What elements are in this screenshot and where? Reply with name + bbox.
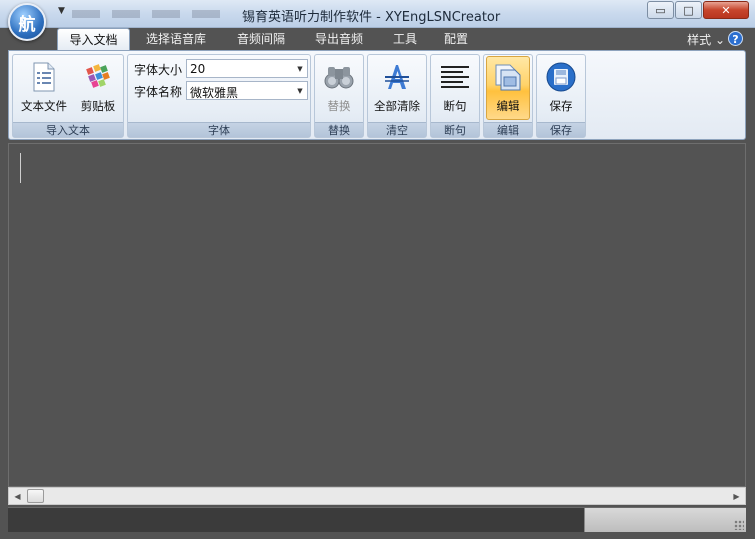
app-logo-icon: 航 — [18, 14, 36, 35]
edit-label: 编辑 — [496, 99, 520, 113]
quick-access-dropdown-icon[interactable]: ▼ — [58, 6, 65, 16]
clear-all-label: 全部清除 — [374, 99, 420, 113]
text-file-label: 文本文件 — [21, 99, 67, 113]
tab-export-audio[interactable]: 导出音频 — [304, 28, 374, 50]
style-menu[interactable]: 样式 ⌄ — [687, 31, 725, 48]
split-sentence-button[interactable]: 断句 — [432, 57, 478, 119]
text-caret — [20, 153, 21, 183]
group-clear: 全部清除 清空 — [367, 54, 427, 138]
save-disk-icon — [546, 62, 576, 92]
ribbon-tab-row: 导入文档 选择语音库 音频间隔 导出音频 工具 配置 样式 ⌄ ? — [0, 28, 755, 51]
quick-access-toolbar — [72, 10, 222, 18]
status-bar — [8, 507, 746, 532]
text-file-icon — [33, 62, 55, 92]
ribbon-panel: 文本文件 剪贴板 导入文本 字体大小 20 ▼ 字体名称 微软雅黑 ▼ 字体 替… — [8, 50, 746, 140]
binoculars-icon — [324, 67, 354, 89]
text-file-button[interactable]: 文本文件 — [16, 57, 72, 119]
group-edit: 编辑 编辑 — [483, 54, 533, 138]
edit-documents-icon — [495, 64, 521, 91]
font-size-combo[interactable]: 20 ▼ — [186, 59, 308, 78]
window-controls: ▭ □ ✕ — [646, 1, 749, 19]
maximize-button[interactable]: □ — [675, 1, 702, 19]
minimize-button[interactable]: ▭ — [647, 1, 674, 19]
close-icon: ✕ — [721, 3, 731, 17]
horizontal-scrollbar[interactable]: ◀ ▶ — [8, 487, 746, 505]
minimize-icon: ▭ — [655, 3, 666, 17]
group-font: 字体大小 20 ▼ 字体名称 微软雅黑 ▼ 字体 — [127, 54, 311, 138]
replace-label: 替换 — [327, 99, 351, 113]
text-editor[interactable] — [8, 143, 746, 487]
window-title: 锡育英语听力制作软件 - XYEngLSNCreator — [242, 10, 501, 25]
status-panel — [584, 508, 746, 532]
save-button[interactable]: 保存 — [538, 57, 584, 119]
clear-formatting-icon — [385, 65, 409, 89]
tab-select-voice-library[interactable]: 选择语音库 — [136, 28, 216, 50]
split-sentence-label: 断句 — [443, 99, 467, 113]
group-font-label: 字体 — [128, 122, 310, 137]
group-save: 保存 保存 — [536, 54, 586, 138]
tab-tools[interactable]: 工具 — [383, 28, 427, 50]
app-menu-button[interactable]: 航 — [8, 3, 46, 41]
scroll-left-icon[interactable]: ◀ — [9, 488, 26, 504]
resize-grip-icon[interactable] — [734, 520, 744, 530]
save-label: 保存 — [549, 99, 573, 113]
align-lines-icon — [441, 66, 469, 88]
clipboard-icon — [86, 64, 110, 88]
group-clear-label: 清空 — [368, 122, 426, 137]
clipboard-label: 剪贴板 — [80, 99, 116, 113]
clear-all-button[interactable]: 全部清除 — [369, 57, 425, 119]
edit-button[interactable]: 编辑 — [486, 56, 530, 120]
tab-import-document[interactable]: 导入文档 — [57, 28, 130, 51]
help-icon[interactable]: ? — [728, 31, 743, 46]
font-name-value: 微软雅黑 — [190, 86, 239, 100]
group-import-text-label: 导入文本 — [13, 122, 123, 137]
font-size-label: 字体大小 — [134, 63, 183, 77]
title-bar: ▼ 锡育英语听力制作软件 - XYEngLSNCreator ▭ □ ✕ — [0, 0, 755, 28]
scrollbar-thumb[interactable] — [27, 489, 44, 503]
scroll-right-icon[interactable]: ▶ — [728, 488, 745, 504]
group-split-sentence-label: 断句 — [431, 122, 479, 137]
tab-audio-interval[interactable]: 音频间隔 — [226, 28, 296, 50]
group-edit-label: 编辑 — [484, 122, 532, 137]
tab-settings[interactable]: 配置 — [434, 28, 478, 50]
chevron-down-icon[interactable]: ▼ — [293, 82, 307, 99]
replace-button[interactable]: 替换 — [316, 57, 362, 119]
group-split-sentence: 断句 断句 — [430, 54, 480, 138]
group-replace: 替换 替换 — [314, 54, 364, 138]
group-replace-label: 替换 — [315, 122, 363, 137]
clipboard-button[interactable]: 剪贴板 — [73, 57, 123, 119]
font-name-combo[interactable]: 微软雅黑 ▼ — [186, 81, 308, 100]
font-name-label: 字体名称 — [134, 85, 183, 99]
group-import-text: 文本文件 剪贴板 导入文本 — [12, 54, 124, 138]
font-size-value: 20 — [190, 62, 206, 76]
chevron-down-icon[interactable]: ▼ — [293, 60, 307, 77]
group-save-label: 保存 — [537, 122, 585, 137]
close-button[interactable]: ✕ — [703, 1, 749, 19]
maximize-icon: □ — [683, 3, 694, 17]
